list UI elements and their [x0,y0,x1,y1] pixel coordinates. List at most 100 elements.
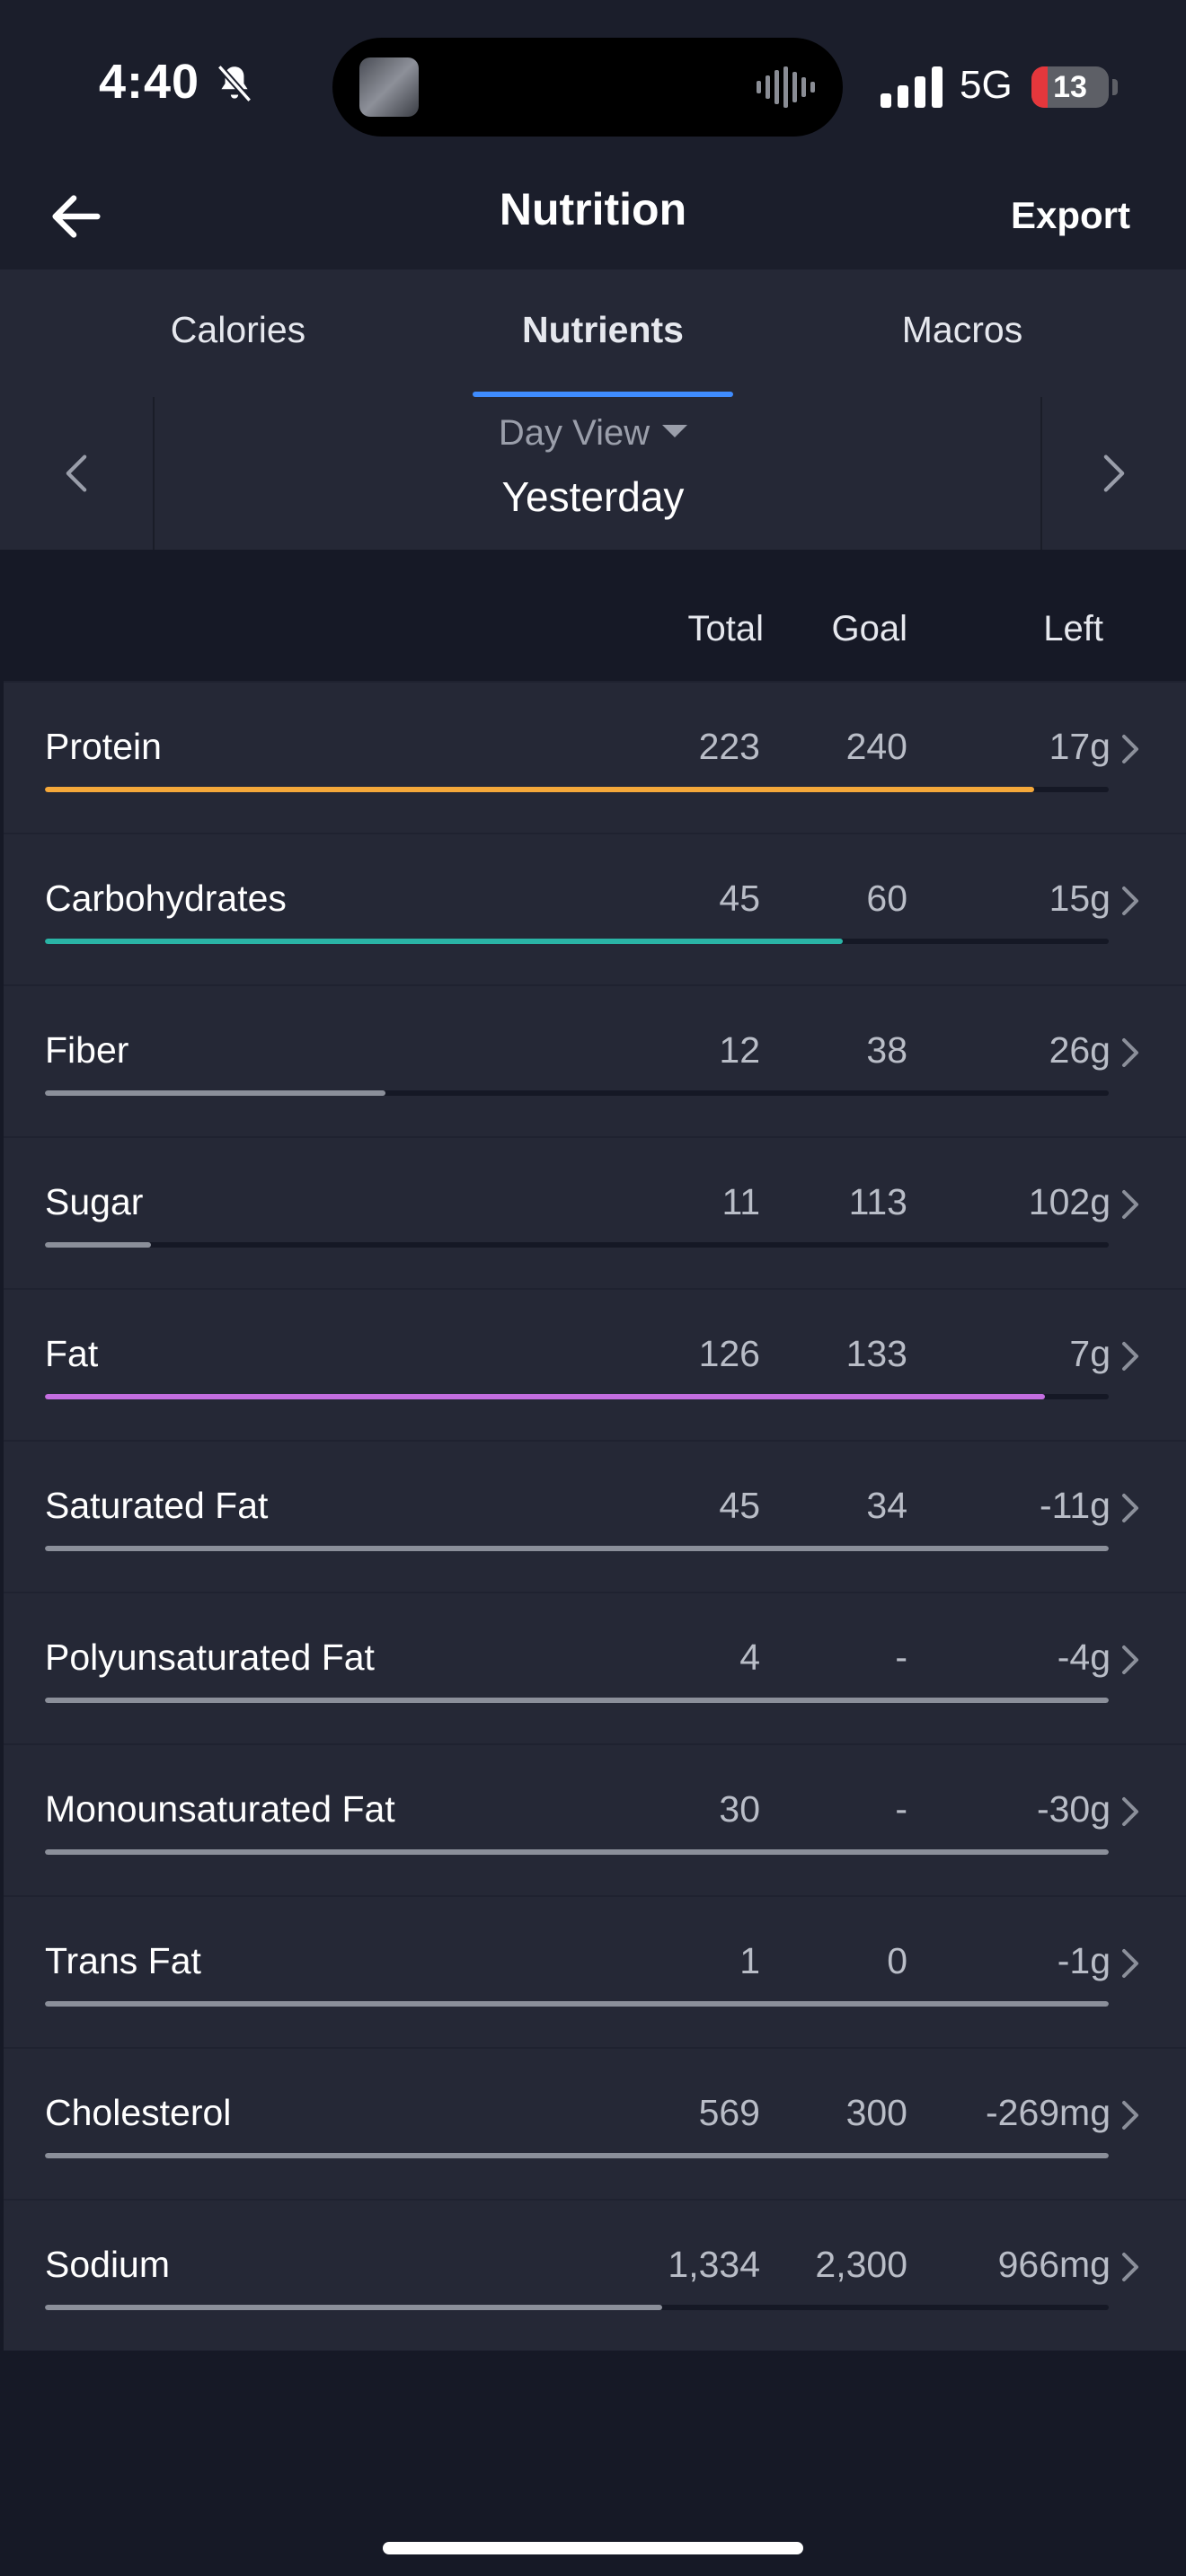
nutrient-total: 569 [698,2092,760,2133]
nutrient-row[interactable]: Cholesterol 569 300 -269mg [4,2047,1186,2199]
tab-macros[interactable]: Macros [863,309,1062,351]
progress-fill [45,1546,1109,1551]
nutrient-goal: 300 [845,2092,907,2133]
nutrient-name: Polyunsaturated Fat [45,1636,375,1678]
now-playing-artwork [359,57,419,117]
progress-fill [45,1698,1109,1703]
nutrient-total: 12 [719,1029,760,1071]
cellular-signal-icon [881,66,943,108]
nutrient-row[interactable]: Monounsaturated Fat 30 - -30g [4,1743,1186,1895]
nutrient-goal: - [895,1636,907,1678]
nutrient-goal: 34 [866,1485,907,1526]
nutrient-row[interactable]: Carbohydrates 45 60 15g [4,833,1186,984]
nutrient-name: Protein [45,726,162,767]
nutrient-row[interactable]: Trans Fat 1 0 -1g [4,1895,1186,2047]
progress-bar [45,2153,1109,2158]
column-header-left: Left [1043,609,1103,648]
progress-fill [45,939,843,944]
nutrient-name: Sodium [45,2244,171,2285]
nutrient-left: 102g [1028,1181,1111,1222]
chevron-right-icon [1122,1038,1138,1067]
nutrient-row[interactable]: Fat 126 133 7g [4,1288,1186,1440]
progress-fill [45,1090,385,1096]
column-header-total: Total [687,609,765,648]
nutrient-left: 15g [1049,878,1111,919]
network-type: 5G [960,63,1013,107]
nutrient-goal: 60 [866,878,907,919]
chevron-right-icon [1122,1190,1138,1219]
progress-fill [45,1394,1045,1399]
nutrient-left: -30g [1036,1788,1111,1830]
nutrient-row[interactable]: Sodium 1,334 2,300 966mg [4,2199,1186,2351]
tab-calories[interactable]: Calories [144,309,332,351]
nutrient-name: Sugar [45,1181,144,1222]
nutrient-goal: 240 [845,726,907,767]
table-header: Total Goal Left [0,550,1186,681]
nutrient-name: Trans Fat [45,1940,201,1981]
nutrient-total: 223 [698,726,760,767]
column-header-goal: Goal [831,609,908,648]
status-time: 4:40 [99,55,200,109]
progress-bar [45,1090,1109,1096]
nutrient-name: Fat [45,1333,99,1374]
chevron-right-icon [1122,887,1138,915]
nutrient-row[interactable]: Saturated Fat 45 34 -11g [4,1440,1186,1592]
progress-bar [45,787,1109,792]
progress-fill [45,1849,1109,1855]
nutrient-total: 45 [719,1485,760,1526]
nutrient-total: 30 [719,1788,760,1830]
next-day-button[interactable] [1040,397,1186,550]
chevron-right-icon [1122,1494,1138,1522]
nutrient-left: 7g [1069,1333,1111,1374]
nutrient-row[interactable]: Protein 223 240 17g [4,681,1186,833]
nutrient-goal: 0 [887,1940,907,1981]
caret-down-icon [662,425,688,438]
nutrient-total: 126 [698,1333,760,1374]
nutrient-total: 11 [721,1181,760,1222]
progress-bar [45,1242,1109,1248]
nutrient-goal: 133 [845,1333,907,1374]
nutrient-left: -1g [1057,1940,1111,1981]
home-indicator [383,2542,803,2554]
nutrient-goal: 113 [848,1181,907,1222]
nutrient-row[interactable]: Polyunsaturated Fat 4 - -4g [4,1592,1186,1743]
dynamic-island [332,38,843,137]
selected-day: Yesterday [501,473,685,520]
progress-bar [45,1546,1109,1551]
tab-bar: Calories Nutrients Macros [0,269,1186,398]
audio-waveform-icon [757,66,815,108]
progress-fill [45,787,1035,792]
chevron-right-icon [1122,2101,1138,2130]
nutrient-name: Cholesterol [45,2092,232,2133]
progress-fill [45,2305,662,2310]
battery-icon: 13 [1031,66,1109,108]
nutrient-left: 966mg [997,2244,1111,2285]
nutrient-row[interactable]: Fiber 12 38 26g [4,984,1186,1136]
status-bar: 4:40 5G 13 [0,0,1186,162]
progress-bar [45,1394,1109,1399]
progress-bar [45,939,1109,944]
nutrient-goal: 2,300 [815,2244,907,2285]
chevron-right-icon [1103,454,1125,492]
chevron-right-icon [1122,1645,1138,1674]
chevron-right-icon [1122,1797,1138,1826]
nutrient-total: 45 [719,878,760,919]
chevron-right-icon [1122,735,1138,763]
progress-fill [45,1242,152,1248]
progress-bar [45,2305,1109,2310]
nutrient-row[interactable]: Sugar 11 113 102g [4,1136,1186,1288]
tab-nutrients[interactable]: Nutrients [473,309,733,351]
battery-level: 13 [1053,70,1087,104]
day-view-dropdown[interactable]: Day View [0,413,1186,454]
nutrient-goal: - [895,1788,907,1830]
export-button[interactable]: Export [1011,194,1130,237]
page-title: Nutrition [499,184,687,234]
nutrient-left: -4g [1057,1636,1111,1678]
bell-slash-icon [217,64,252,103]
nutrient-name: Fiber [45,1029,129,1071]
nutrient-total: 4 [739,1636,760,1678]
nutrient-goal: 38 [866,1029,907,1071]
nutrient-total: 1,334 [668,2244,760,2285]
progress-bar [45,2001,1109,2007]
nutrient-total: 1 [739,1940,760,1981]
